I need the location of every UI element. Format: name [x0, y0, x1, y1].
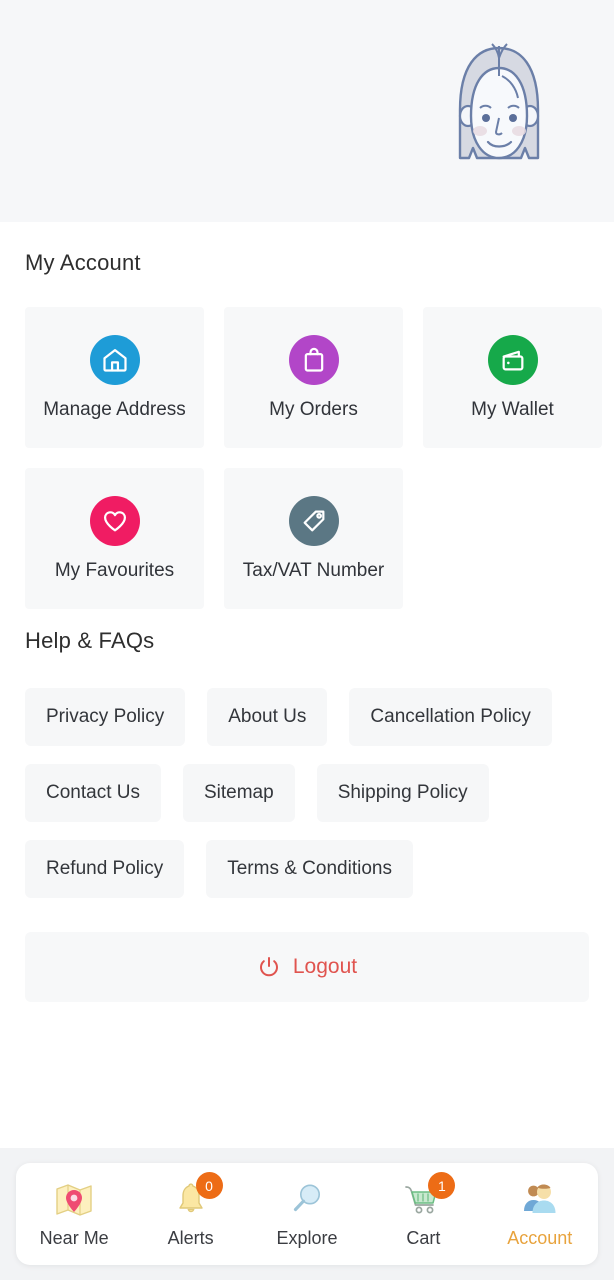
nav-label: Account — [507, 1228, 573, 1248]
nav-label: Alerts — [167, 1228, 214, 1248]
nav-label: Cart — [406, 1228, 441, 1248]
shopping-cart-icon: 1 — [400, 1172, 456, 1221]
help-chip-refund-policy[interactable]: Refund Policy — [25, 840, 185, 898]
help-section-title: Help & FAQs — [25, 628, 155, 653]
nav-item-alerts[interactable]: 0 Alerts — [139, 1171, 243, 1257]
power-icon — [259, 957, 278, 977]
bell-icon: 0 — [168, 1172, 223, 1221]
account-card-label: My Orders — [269, 398, 358, 420]
home-icon — [89, 334, 140, 385]
wallet-icon — [487, 334, 538, 385]
account-screen: My Account Manage Address My Orders My W… — [0, 0, 614, 1280]
account-card-label: My Wallet — [471, 398, 554, 420]
nav-badge-count: 1 — [428, 1172, 456, 1199]
account-card-label: My Favourites — [54, 559, 175, 581]
shopping-bag-icon — [288, 334, 339, 385]
help-links-list: Privacy Policy About Us Cancellation Pol… — [25, 688, 597, 898]
account-card-tax-vat-number[interactable]: Tax/VAT Number — [224, 468, 403, 609]
nav-label: Explore — [276, 1228, 338, 1248]
nav-item-cart[interactable]: 1 Cart — [371, 1171, 475, 1257]
nav-item-explore[interactable]: Explore — [255, 1171, 359, 1257]
bottom-navigation-bar: Near Me 0 Alerts Explore 1 Cart Account — [16, 1163, 598, 1265]
price-tag-icon — [288, 495, 339, 546]
heart-icon — [89, 495, 140, 546]
nav-label: Near Me — [39, 1228, 109, 1248]
user-avatar-female-illustration[interactable] — [444, 38, 554, 178]
account-card-manage-address[interactable]: Manage Address — [25, 307, 204, 448]
account-card-my-favourites[interactable]: My Favourites — [25, 468, 204, 609]
help-chip-sitemap[interactable]: Sitemap — [182, 764, 295, 822]
account-card-my-wallet[interactable]: My Wallet — [423, 307, 602, 448]
account-card-label: Manage Address — [43, 398, 186, 420]
map-pin-icon — [51, 1179, 97, 1221]
help-chip-contact-us[interactable]: Contact Us — [25, 764, 161, 822]
account-cards-grid: Manage Address My Orders My Wallet My Fa… — [25, 307, 614, 609]
nav-badge-count: 0 — [195, 1172, 223, 1199]
nav-item-near-me[interactable]: Near Me — [22, 1171, 126, 1257]
profile-header — [0, 0, 614, 222]
page-title: My Account — [25, 250, 141, 275]
users-icon — [517, 1179, 563, 1221]
account-card-my-orders[interactable]: My Orders — [224, 307, 403, 448]
logout-label: Logout — [292, 955, 358, 978]
nav-item-account[interactable]: Account — [488, 1171, 592, 1257]
help-chip-about-us[interactable]: About Us — [207, 688, 328, 746]
magnifier-icon — [284, 1179, 330, 1221]
help-chip-privacy-policy[interactable]: Privacy Policy — [25, 688, 186, 746]
help-chip-terms-and-conditions[interactable]: Terms & Conditions — [206, 840, 413, 898]
help-chip-shipping-policy[interactable]: Shipping Policy — [316, 764, 489, 822]
help-chip-cancellation-policy[interactable]: Cancellation Policy — [349, 688, 552, 746]
logout-button[interactable]: Logout — [25, 932, 589, 1002]
account-card-label: Tax/VAT Number — [242, 559, 385, 581]
